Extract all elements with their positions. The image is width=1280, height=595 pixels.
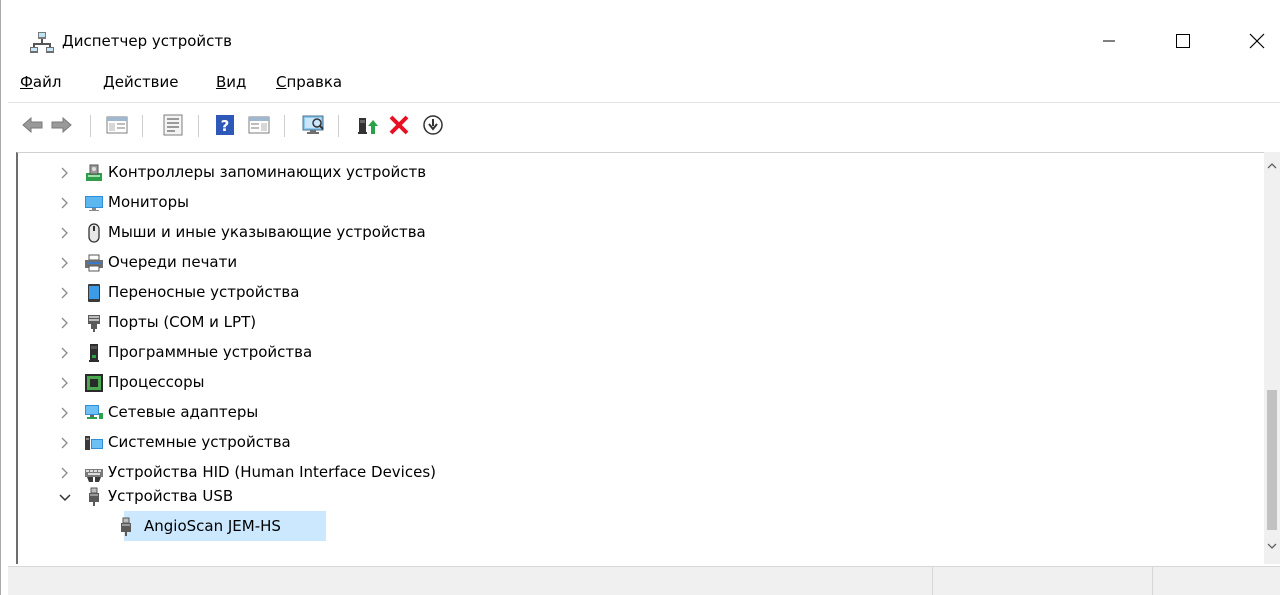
uninstall-device-icon — [389, 115, 409, 135]
status-pane — [1152, 567, 1280, 595]
storage-controller-icon — [84, 163, 104, 183]
chevron-right-icon[interactable] — [58, 166, 72, 180]
tree-item-label: Контроллеры запоминающих устройств — [108, 163, 427, 181]
menu-view-accel: В — [216, 73, 227, 91]
chevron-up-icon — [1267, 163, 1277, 169]
tree-item-label: Очереди печати — [108, 253, 238, 271]
processor-icon — [84, 373, 104, 393]
maximize-icon — [1176, 34, 1190, 48]
menu-file-accel: Ф — [20, 73, 33, 91]
menu-action-accel: Д — [103, 73, 115, 91]
chevron-right-icon[interactable] — [58, 226, 72, 240]
scan-hardware-icon — [302, 115, 324, 134]
chevron-right-icon[interactable] — [58, 466, 72, 480]
disable-device-icon — [423, 115, 443, 135]
close-button[interactable] — [1234, 22, 1280, 60]
hid-icon — [84, 463, 104, 483]
tree-item-label: Сетевые адаптеры — [108, 403, 259, 421]
toolbar: ? — [8, 102, 1280, 148]
scroll-up-button[interactable] — [1264, 158, 1280, 174]
title-bar[interactable]: Диспетчер устройств — [0, 0, 1280, 62]
status-bar — [8, 566, 1280, 595]
chevron-right-icon[interactable] — [58, 376, 72, 390]
chevron-right-icon[interactable] — [58, 286, 72, 300]
properties-button[interactable] — [160, 111, 186, 139]
close-icon — [1249, 33, 1265, 49]
chevron-right-icon[interactable] — [58, 316, 72, 330]
device-manager-window: Диспетчер устройств Файл Действие Вид Сп… — [0, 0, 1280, 595]
scan-hardware-button[interactable] — [300, 111, 326, 139]
vertical-scrollbar[interactable] — [1264, 152, 1280, 564]
minimize-button[interactable] — [1086, 22, 1132, 60]
menu-action-label: ействие — [114, 73, 179, 91]
svg-text:?: ? — [221, 117, 230, 135]
usb-icon — [84, 487, 104, 507]
menu-action[interactable]: Действие — [103, 73, 179, 91]
tree-item-label: Устройства USB — [108, 487, 234, 505]
mouse-icon — [84, 223, 104, 243]
tree-item-label: Мыши и иные указывающие устройства — [108, 223, 426, 241]
maximize-button[interactable] — [1160, 22, 1206, 60]
system-device-icon — [84, 433, 104, 453]
help-icon: ? — [216, 115, 234, 135]
toolbar-separator — [90, 115, 91, 137]
back-icon — [22, 116, 43, 134]
tree-item-label: Порты (COM и LPT) — [108, 313, 257, 331]
chevron-down-icon[interactable] — [58, 491, 72, 505]
chevron-right-icon[interactable] — [58, 346, 72, 360]
port-icon — [84, 313, 104, 333]
action-pane-icon — [248, 116, 270, 134]
toolbar-separator — [338, 115, 339, 137]
tree-item-label: Устройства HID (Human Interface Devices) — [108, 463, 436, 481]
tree-item-label: Системные устройства — [108, 433, 291, 451]
tree-item-label: Переносные устройства — [108, 283, 300, 301]
show-hide-console-tree-icon — [106, 116, 128, 134]
action-pane-button[interactable] — [246, 111, 272, 139]
properties-icon — [163, 114, 183, 136]
menu-view[interactable]: Вид — [216, 73, 246, 91]
monitor-icon — [84, 193, 104, 213]
help-button[interactable]: ? — [212, 111, 238, 139]
menu-help[interactable]: Справка — [276, 73, 342, 91]
back-button[interactable] — [20, 111, 46, 139]
menu-bar: Файл Действие Вид Справка — [0, 70, 1280, 96]
printer-icon — [84, 253, 104, 273]
forward-button[interactable] — [48, 111, 74, 139]
disable-device-button[interactable] — [420, 111, 446, 139]
scroll-thumb[interactable] — [1267, 390, 1277, 530]
device-manager-icon — [30, 31, 54, 55]
toolbar-separator — [198, 115, 199, 137]
tree-item-label: AngioScan JEM-HS — [144, 517, 281, 535]
device-tree[interactable]: Контроллеры запоминающих устройств Монит… — [16, 152, 1280, 564]
menu-file[interactable]: Файл — [20, 73, 61, 91]
show-hide-console-tree-button[interactable] — [104, 111, 130, 139]
tree-item-label: Мониторы — [108, 193, 189, 211]
window-title: Диспетчер устройств — [62, 32, 233, 50]
status-pane — [932, 567, 1152, 595]
update-driver-button[interactable] — [354, 111, 380, 139]
tree-item-label: Программные устройства — [108, 343, 313, 361]
toolbar-separator — [284, 115, 285, 137]
chevron-right-icon[interactable] — [58, 406, 72, 420]
usb-device-icon — [116, 517, 136, 537]
menu-help-accel: С — [276, 73, 287, 91]
tree-item-label: Процессоры — [108, 373, 205, 391]
chevron-right-icon[interactable] — [58, 196, 72, 210]
update-driver-icon — [358, 118, 378, 134]
forward-icon — [51, 116, 72, 134]
portable-device-icon — [84, 283, 104, 303]
chevron-right-icon[interactable] — [58, 256, 72, 270]
menu-help-label: правка — [286, 73, 343, 91]
menu-file-label: айл — [32, 73, 62, 91]
minimize-icon — [1103, 40, 1115, 42]
toolbar-separator — [142, 115, 143, 137]
uninstall-device-button[interactable] — [386, 111, 412, 139]
software-device-icon — [84, 343, 104, 363]
menu-view-label: ид — [226, 73, 247, 91]
chevron-down-icon — [1267, 543, 1277, 549]
network-adapter-icon — [84, 403, 104, 423]
scroll-down-button[interactable] — [1264, 538, 1280, 554]
chevron-right-icon[interactable] — [58, 436, 72, 450]
